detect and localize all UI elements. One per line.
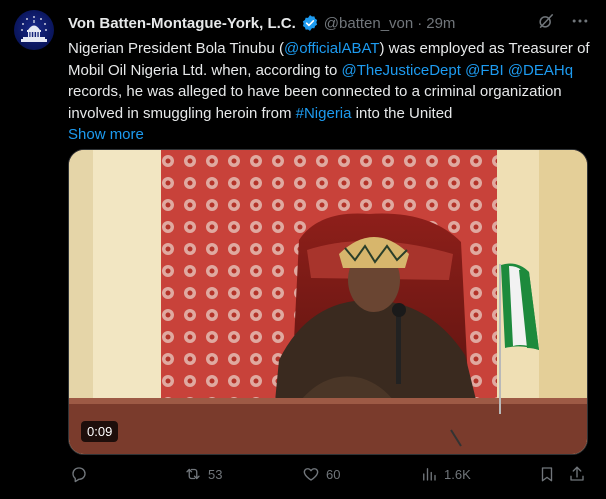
show-more-link[interactable]: Show more	[68, 124, 594, 146]
mention-deahq[interactable]: @DEAHq	[508, 62, 573, 79]
like-count: 60	[326, 466, 341, 482]
like-button[interactable]: 60	[302, 465, 340, 483]
more-icon[interactable]	[570, 11, 590, 36]
mention-fbi[interactable]: @FBI	[465, 62, 504, 79]
capitol-logo-icon	[21, 16, 47, 42]
avatar[interactable]	[14, 10, 54, 50]
reply-button[interactable]	[70, 465, 88, 483]
heart-icon	[303, 468, 319, 481]
verified-badge-icon[interactable]	[301, 14, 319, 32]
tweet[interactable]: Von Batten-Montague-York, L.C. @batten_v…	[0, 0, 606, 499]
mention-officialabat[interactable]: @officialABAT	[284, 40, 380, 57]
tweet-header: Von Batten-Montague-York, L.C. @batten_v…	[68, 12, 596, 34]
text-segment: Nigerian President Bola Tinubu (	[68, 40, 284, 57]
bookmark-icon	[541, 467, 553, 482]
author-handle[interactable]: @batten_von	[324, 15, 413, 32]
reply-icon	[72, 467, 86, 483]
retweet-count: 53	[208, 466, 223, 482]
hashtag-nigeria[interactable]: #Nigeria	[296, 105, 352, 122]
share-icon	[570, 466, 584, 481]
retweet-button[interactable]: 53	[184, 465, 222, 483]
separator-dot: ·	[417, 14, 423, 32]
views-icon	[423, 468, 436, 481]
bookmark-button[interactable]	[538, 465, 556, 483]
tweet-text: Nigerian President Bola Tinubu (@officia…	[68, 38, 594, 146]
action-bar: 53 60 1.6K	[68, 462, 594, 486]
views-count: 1.6K	[444, 466, 471, 482]
text-segment: into the United	[351, 104, 453, 122]
video-player[interactable]: 0:09	[68, 149, 588, 455]
mention-thejusticedept[interactable]: @TheJusticeDept	[341, 62, 460, 79]
grok-icon[interactable]	[536, 11, 556, 36]
video-frame	[69, 150, 587, 454]
share-button[interactable]	[568, 465, 586, 483]
video-duration-badge: 0:09	[81, 421, 119, 442]
views-button[interactable]: 1.6K	[420, 465, 471, 483]
author-name[interactable]: Von Batten-Montague-York, L.C.	[68, 15, 296, 32]
retweet-icon	[186, 468, 200, 480]
timestamp[interactable]: 29m	[426, 15, 455, 32]
